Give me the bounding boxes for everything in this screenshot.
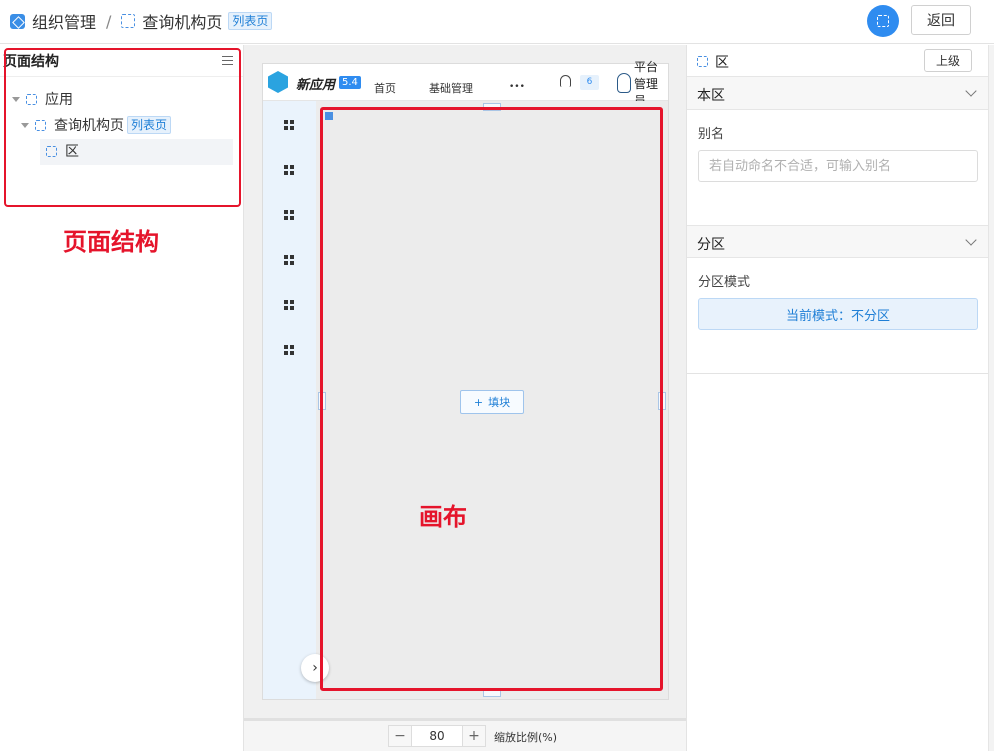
zoom-out-button[interactable]: − xyxy=(388,725,412,747)
top-bar: 组织管理 / 查询机构页 列表页 返回 xyxy=(0,0,994,44)
annotation-box-canvas xyxy=(320,107,663,691)
page-type-tag: 列表页 xyxy=(228,12,273,30)
grid-icon[interactable] xyxy=(284,300,295,311)
zoom-in-button[interactable]: + xyxy=(462,725,486,747)
version-badge: 5.4 xyxy=(339,76,361,89)
section-title: 本区 xyxy=(697,88,725,104)
partition-mode-label: 分区模式 xyxy=(698,275,751,290)
properties-title: 区 xyxy=(715,55,729,71)
back-button[interactable]: 返回 xyxy=(911,5,971,35)
app-icon xyxy=(10,13,25,29)
breadcrumb-separator: / xyxy=(106,11,112,31)
bell-icon[interactable] xyxy=(560,75,571,87)
annotation-label-structure: 页面结构 xyxy=(63,228,159,256)
preview-app-name: 新应用 xyxy=(296,78,336,93)
grid-icon[interactable] xyxy=(284,255,295,266)
section-partition[interactable]: 分区 xyxy=(687,225,988,258)
app-logo-icon xyxy=(268,71,288,93)
alias-label: 别名 xyxy=(698,127,725,142)
grid-icon[interactable] xyxy=(284,345,295,356)
annotation-box-structure xyxy=(4,48,241,207)
preview-sidebar xyxy=(263,101,316,699)
region-bracket-icon xyxy=(121,14,136,28)
fullscreen-button[interactable] xyxy=(867,5,899,37)
avatar[interactable] xyxy=(617,73,631,93)
scrollbar[interactable] xyxy=(988,45,994,751)
preview-header: 新应用 5.4 首页 基础管理 ••• 6 平台管理员 xyxy=(263,60,668,101)
preview-nav-basic[interactable]: 基础管理 xyxy=(429,80,473,96)
chevron-right-icon: › xyxy=(312,660,318,676)
preview-nav-more[interactable]: ••• xyxy=(509,82,525,92)
section-this-region[interactable]: 本区 xyxy=(687,77,988,110)
annotation-label-canvas: 画布 xyxy=(419,503,467,531)
section-title: 分区 xyxy=(697,237,725,253)
zoom-input[interactable]: 80 xyxy=(412,725,462,747)
zoom-bar: − 80 + 缩放比例(%) xyxy=(244,718,686,751)
parent-level-button[interactable]: 上级 xyxy=(924,49,972,72)
alias-input[interactable] xyxy=(698,150,978,182)
chevron-down-icon[interactable] xyxy=(965,234,977,246)
fullscreen-icon xyxy=(877,15,889,27)
grid-icon[interactable] xyxy=(284,210,295,221)
breadcrumb: 组织管理 / 查询机构页 列表页 xyxy=(10,9,273,33)
page-structure-panel: 页面结构 应用 查询机构页 列表页 区 页面结构 xyxy=(0,45,244,751)
grid-icon[interactable] xyxy=(284,165,295,176)
divider xyxy=(687,373,988,374)
breadcrumb-page: 查询机构页 xyxy=(142,13,223,32)
canvas-area: 新应用 5.4 首页 基础管理 ••• 6 平台管理员 + 填块 › 画布 − … xyxy=(244,45,686,751)
zoom-label: 缩放比例(%) xyxy=(494,731,558,744)
properties-header: 区 上级 xyxy=(687,45,988,77)
user-name: 平台管理员 xyxy=(634,60,659,101)
chevron-down-icon[interactable] xyxy=(965,85,977,97)
notification-count: 6 xyxy=(580,75,599,90)
grid-icon[interactable] xyxy=(284,120,295,131)
properties-panel: 区 上级 本区 别名 分区 分区模式 当前模式：不分区 xyxy=(686,45,988,751)
preview-nav-home[interactable]: 首页 xyxy=(374,80,396,96)
breadcrumb-root[interactable]: 组织管理 xyxy=(32,9,96,33)
partition-mode-button[interactable]: 当前模式：不分区 xyxy=(698,298,978,330)
region-bracket-icon xyxy=(697,56,708,67)
